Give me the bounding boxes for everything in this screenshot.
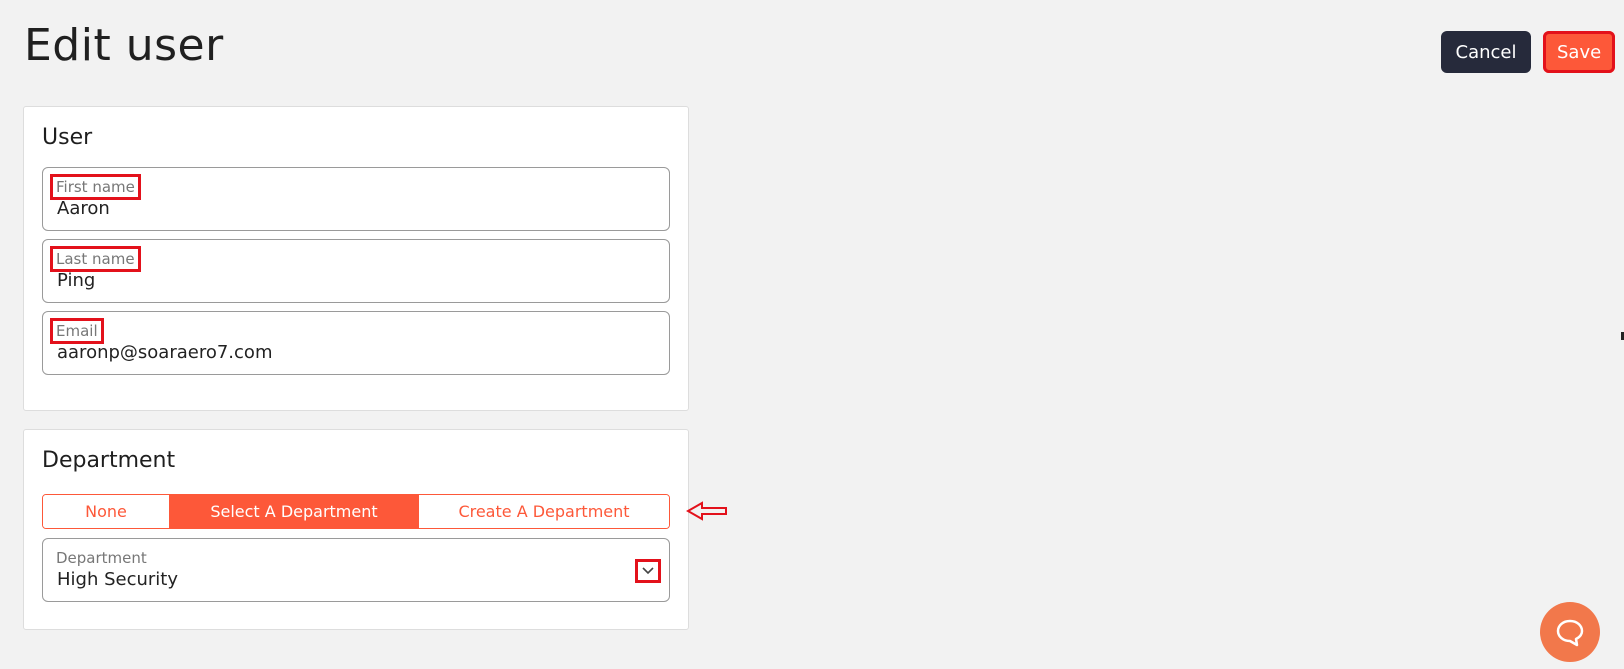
last-name-field[interactable]: Last name: [42, 239, 670, 303]
department-option-create[interactable]: Create A Department: [418, 495, 669, 528]
department-value: High Security: [57, 569, 179, 590]
cancel-button[interactable]: Cancel: [1441, 31, 1531, 73]
department-card-title: Department: [42, 448, 176, 473]
user-card-title: User: [42, 125, 93, 150]
save-button[interactable]: Save: [1543, 31, 1615, 73]
last-name-input[interactable]: [57, 270, 617, 291]
chevron-down-icon: [642, 567, 654, 575]
department-label: Department: [56, 549, 147, 567]
email-input[interactable]: [57, 342, 617, 363]
email-field[interactable]: Email: [42, 311, 670, 375]
left-arrow-icon: [686, 501, 727, 521]
department-select[interactable]: Department High Security: [42, 538, 670, 602]
department-option-select[interactable]: Select A Department: [169, 495, 418, 528]
department-mode-selector: None Select A Department Create A Depart…: [42, 494, 670, 529]
first-name-field[interactable]: First name: [42, 167, 670, 231]
user-card: User First name Last name Email: [23, 106, 689, 411]
department-dropdown-toggle[interactable]: [635, 559, 661, 583]
help-chat-button[interactable]: [1540, 602, 1600, 662]
last-name-label: Last name: [50, 246, 141, 272]
chat-bubble-icon: [1556, 619, 1584, 647]
department-option-none[interactable]: None: [43, 495, 169, 528]
toolbar: Cancel Save: [1441, 31, 1615, 73]
first-name-input[interactable]: [57, 198, 617, 219]
email-label: Email: [50, 318, 104, 344]
department-card: Department None Select A Department Crea…: [23, 429, 689, 630]
page-title: Edit user: [24, 20, 224, 71]
first-name-label: First name: [50, 174, 141, 200]
